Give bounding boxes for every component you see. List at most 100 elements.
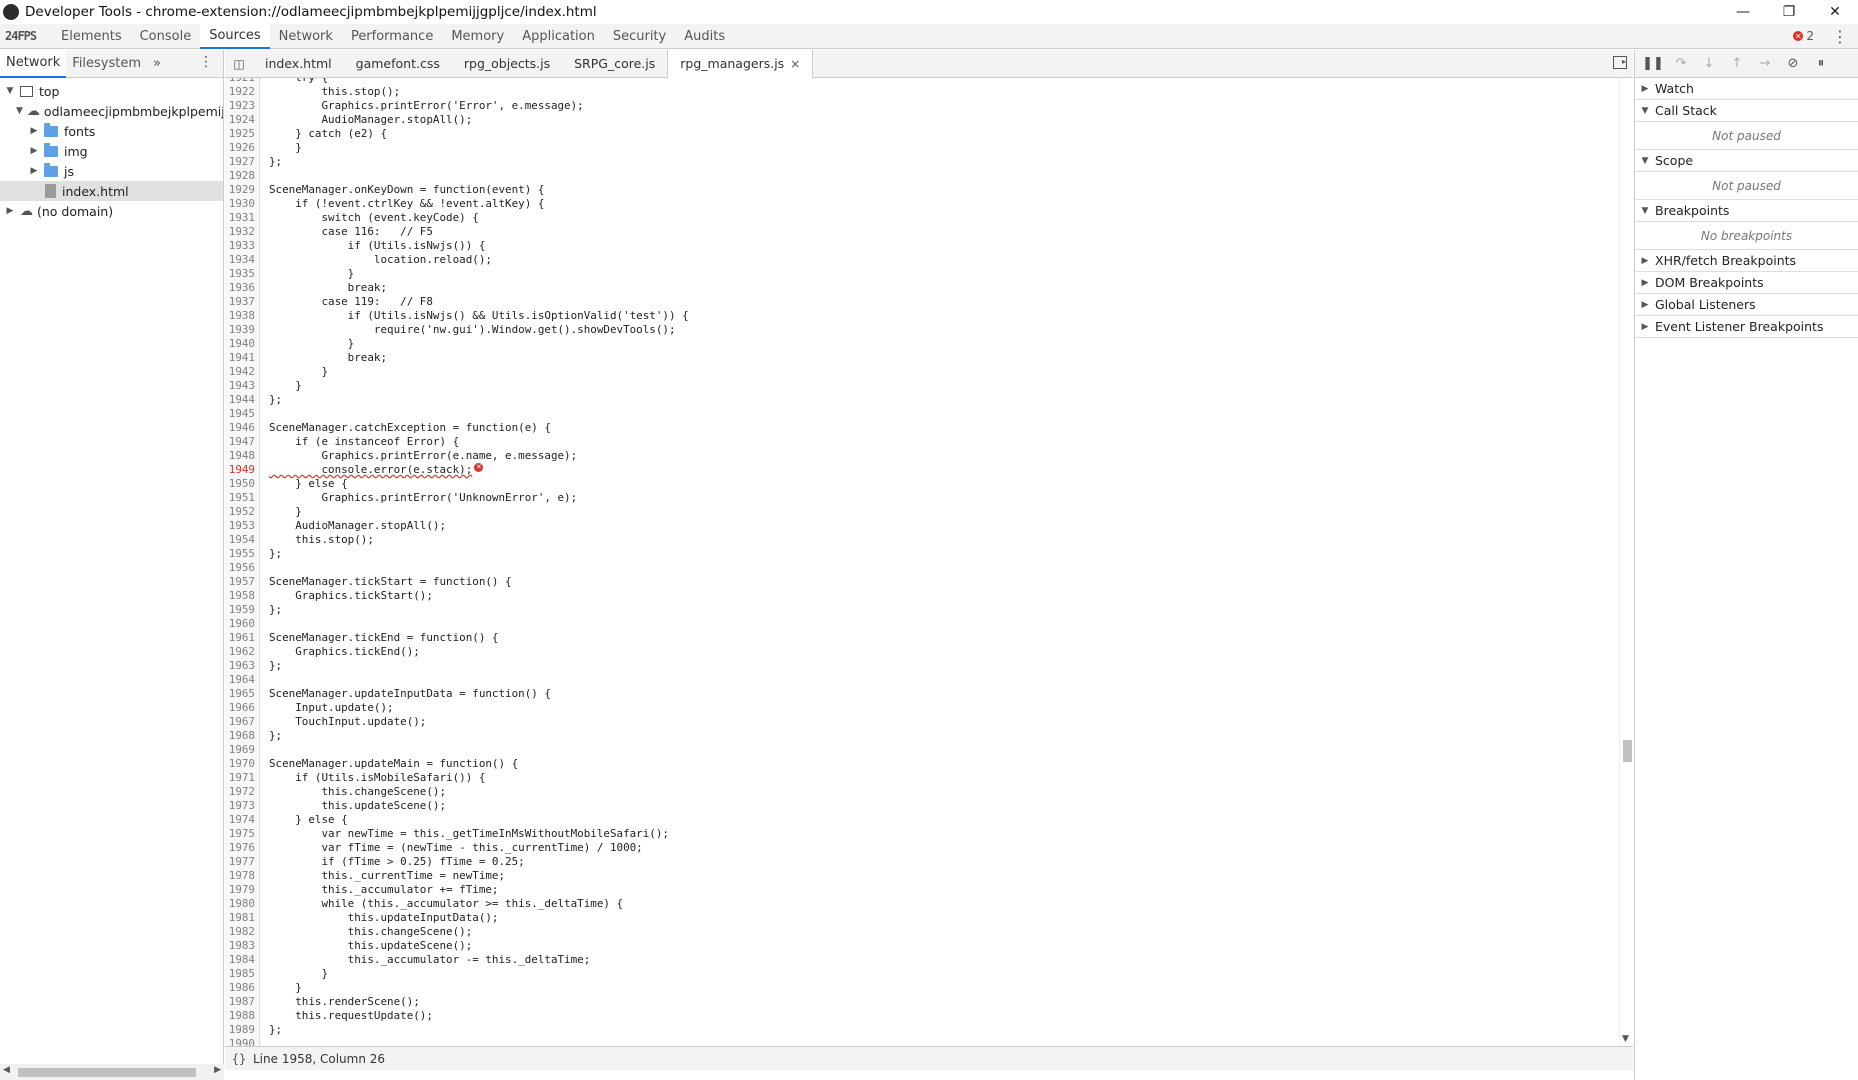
line-number[interactable]: 1928: [225, 169, 260, 183]
code-line[interactable]: 1932 case 116: // F5: [225, 225, 1619, 239]
code-line[interactable]: 1935 }: [225, 267, 1619, 281]
line-number[interactable]: 1936: [225, 281, 260, 295]
line-number[interactable]: 1990: [225, 1037, 260, 1046]
tree-item[interactable]: ▶ fonts: [0, 121, 223, 141]
code-line[interactable]: 1941 break;: [225, 351, 1619, 365]
line-number[interactable]: 1976: [225, 841, 260, 855]
line-number[interactable]: 1968: [225, 729, 260, 743]
navigator-menu-icon[interactable]: ⋮: [199, 54, 213, 70]
code-line[interactable]: 1925 } catch (e2) {: [225, 127, 1619, 141]
line-number[interactable]: 1943: [225, 379, 260, 393]
line-number[interactable]: 1959: [225, 603, 260, 617]
line-number[interactable]: 1930: [225, 197, 260, 211]
code-line[interactable]: 1943 }: [225, 379, 1619, 393]
line-number[interactable]: 1969: [225, 743, 260, 757]
code-line[interactable]: 1969: [225, 743, 1619, 757]
code-line[interactable]: 1972 this.changeScene();: [225, 785, 1619, 799]
expand-right-icon[interactable]: ▶: [4, 206, 16, 216]
section-breakpoints[interactable]: ▼ Breakpoints: [1635, 200, 1858, 222]
toggle-navigator-icon[interactable]: ◫: [225, 57, 253, 71]
file-tab[interactable]: gamefont.css: [344, 50, 452, 78]
line-number[interactable]: 1924: [225, 113, 260, 127]
line-number[interactable]: 1967: [225, 715, 260, 729]
restore-button[interactable]: ❐: [1766, 0, 1812, 24]
scroll-down-icon[interactable]: ▼: [1622, 1034, 1629, 1044]
pause-on-exceptions-icon[interactable]: ⏸: [1807, 50, 1835, 78]
code-line[interactable]: 1955};: [225, 547, 1619, 561]
expand-right-icon[interactable]: ▶: [28, 126, 40, 136]
tree-item[interactable]: index.html: [0, 181, 223, 201]
pause-icon[interactable]: ❚❚: [1639, 50, 1667, 78]
code-line[interactable]: 1989};: [225, 1023, 1619, 1037]
code-line[interactable]: 1965 SceneManager.updateInputData = funct…: [225, 687, 1619, 701]
error-counter[interactable]: ✕ 2: [1793, 29, 1814, 43]
code-line[interactable]: 1966 Input.update();: [225, 701, 1619, 715]
code-line[interactable]: 1944};: [225, 393, 1619, 407]
code-line[interactable]: 1987 this.renderScene();: [225, 995, 1619, 1009]
line-number[interactable]: 1945: [225, 407, 260, 421]
section-scope[interactable]: ▼ Scope: [1635, 150, 1858, 172]
line-number[interactable]: 1984: [225, 953, 260, 967]
scroll-left-icon[interactable]: ◀: [3, 1065, 10, 1075]
expand-right-icon[interactable]: ▶: [1639, 322, 1651, 332]
tree-item[interactable]: ▼ top: [0, 81, 223, 101]
section-watch[interactable]: ▶ Watch: [1635, 78, 1858, 100]
expand-right-icon[interactable]: ▶: [1639, 84, 1651, 94]
code-line[interactable]: 1971 if (Utils.isMobileSafari()) {: [225, 771, 1619, 785]
code-line[interactable]: 1948 Graphics.printError(e.name, e.messa…: [225, 449, 1619, 463]
section-call-stack[interactable]: ▼ Call Stack: [1635, 100, 1858, 122]
line-number[interactable]: 1975: [225, 827, 260, 841]
code-line[interactable]: 1928: [225, 169, 1619, 183]
line-number[interactable]: 1971: [225, 771, 260, 785]
scroll-right-icon[interactable]: ▶: [214, 1065, 221, 1075]
code-line[interactable]: 1951 Graphics.printError('UnknownError',…: [225, 491, 1619, 505]
code-line[interactable]: 1940 }: [225, 337, 1619, 351]
step-over-icon[interactable]: ↷: [1667, 50, 1695, 78]
code-line[interactable]: 1980 while (this._accumulator >= this._d…: [225, 897, 1619, 911]
line-number[interactable]: 1987: [225, 995, 260, 1009]
section-event-listener-breakpoints[interactable]: ▶ Event Listener Breakpoints: [1635, 316, 1858, 338]
tab-memory[interactable]: Memory: [442, 24, 513, 49]
line-number[interactable]: 1935: [225, 267, 260, 281]
line-number[interactable]: 1951: [225, 491, 260, 505]
more-tabs-icon[interactable]: »: [147, 56, 167, 71]
line-number[interactable]: 1950: [225, 477, 260, 491]
code-line[interactable]: 1986 }: [225, 981, 1619, 995]
line-number[interactable]: 1931: [225, 211, 260, 225]
code-line[interactable]: 1933 if (Utils.isNwjs()) {: [225, 239, 1619, 253]
tab-application[interactable]: Application: [513, 24, 604, 49]
code-line[interactable]: 1930 if (!event.ctrlKey && !event.altKey…: [225, 197, 1619, 211]
scrollbar-thumb[interactable]: [18, 1068, 196, 1077]
line-number[interactable]: 1960: [225, 617, 260, 631]
code-line[interactable]: 1936 break;: [225, 281, 1619, 295]
code-line[interactable]: 1962 Graphics.tickEnd();: [225, 645, 1619, 659]
line-number[interactable]: 1956: [225, 561, 260, 575]
code-line[interactable]: 1968};: [225, 729, 1619, 743]
code-line[interactable]: 1961 SceneManager.tickEnd = function() {: [225, 631, 1619, 645]
section-xhr-fetch-breakpoints[interactable]: ▶ XHR/fetch Breakpoints: [1635, 250, 1858, 272]
line-number[interactable]: 1961: [225, 631, 260, 645]
code-line[interactable]: 1947 if (e instanceof Error) {: [225, 435, 1619, 449]
line-number[interactable]: 1963: [225, 659, 260, 673]
code-line[interactable]: 1929 SceneManager.onKeyDown = function(ev…: [225, 183, 1619, 197]
expand-right-icon[interactable]: ▶: [28, 146, 40, 156]
tab-network[interactable]: Network: [270, 24, 342, 49]
code-line[interactable]: 1942 }: [225, 365, 1619, 379]
line-number[interactable]: 1965: [225, 687, 260, 701]
line-number[interactable]: 1964: [225, 673, 260, 687]
code-line[interactable]: 1931 switch (event.keyCode) {: [225, 211, 1619, 225]
code-line[interactable]: 1949 console.error(e.stack); ✕: [225, 463, 1619, 477]
line-number[interactable]: 1977: [225, 855, 260, 869]
line-number[interactable]: 1982: [225, 925, 260, 939]
step-out-icon[interactable]: ↑: [1723, 50, 1751, 78]
expand-down-icon[interactable]: ▼: [1639, 156, 1651, 166]
line-number[interactable]: 1952: [225, 505, 260, 519]
code-line[interactable]: 1977 if (fTime > 0.25) fTime = 0.25;: [225, 855, 1619, 869]
line-number[interactable]: 1979: [225, 883, 260, 897]
line-number[interactable]: 1932: [225, 225, 260, 239]
tab-elements[interactable]: Elements: [52, 24, 131, 49]
line-number[interactable]: 1947: [225, 435, 260, 449]
code-line[interactable]: 1938 if (Utils.isNwjs() && Utils.isOptio…: [225, 309, 1619, 323]
line-number[interactable]: 1933: [225, 239, 260, 253]
tab-console[interactable]: Console: [131, 24, 201, 49]
